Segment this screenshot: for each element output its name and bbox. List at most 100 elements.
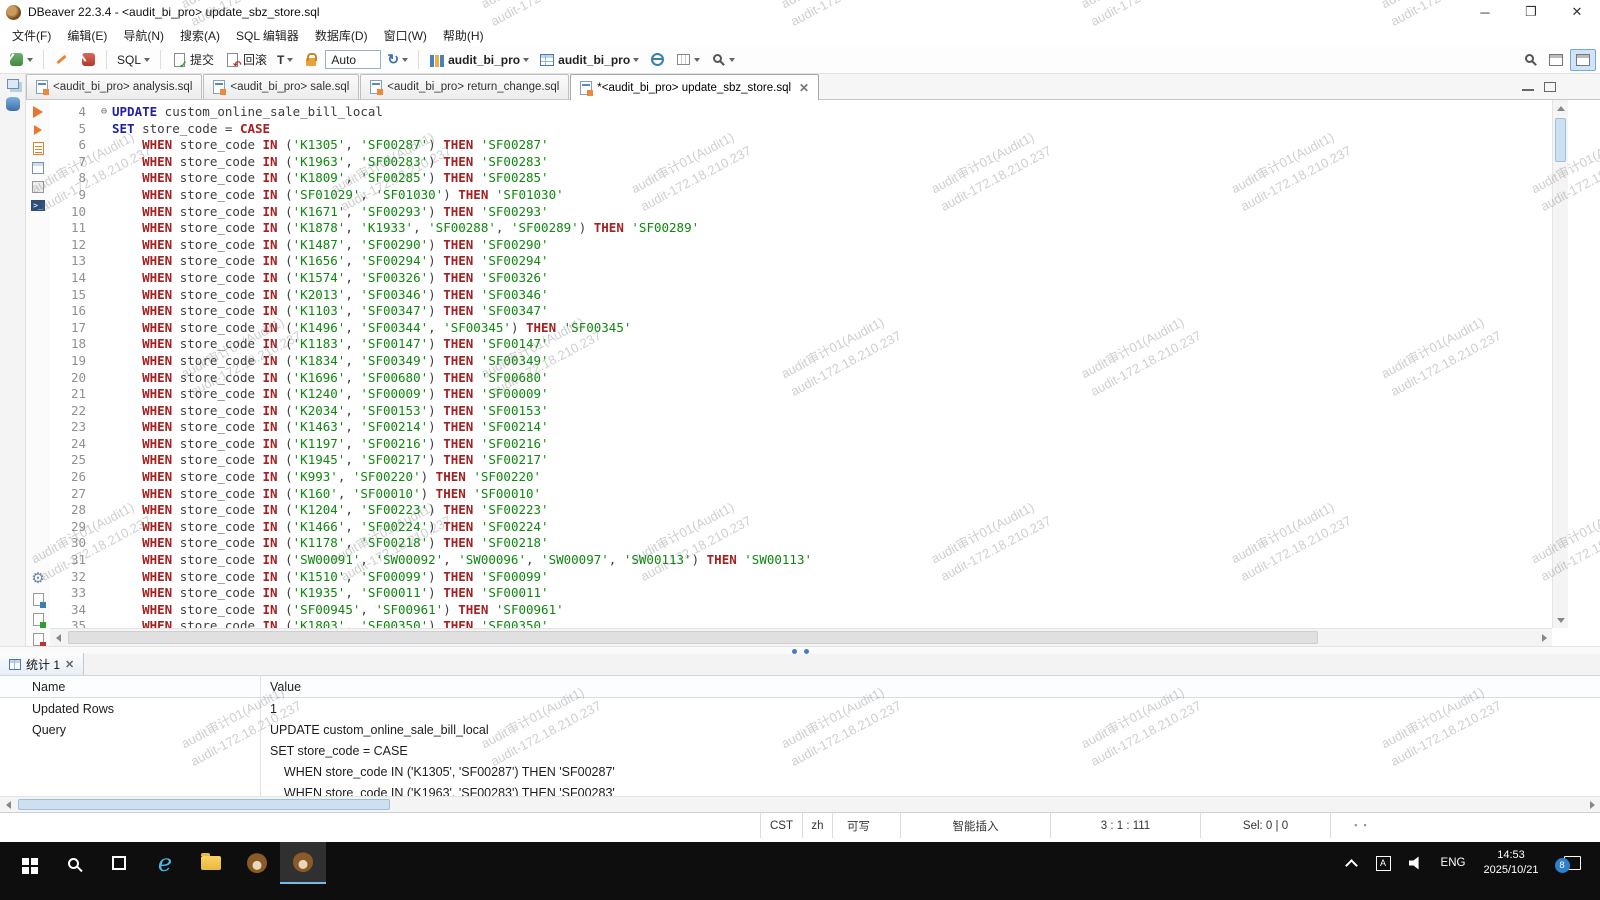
editor-tab[interactable]: *<audit_bi_pro> update_sbz_store.sql✕ bbox=[570, 74, 819, 100]
database-navigator-icon[interactable] bbox=[6, 97, 20, 111]
dbeaver-active-taskbar-button[interactable] bbox=[280, 842, 326, 884]
code-line: 19 WHEN store_code IN ('K1834', 'SF00349… bbox=[50, 353, 1552, 370]
rollback-button[interactable]: 回滚 bbox=[220, 49, 271, 70]
scroll-down-icon[interactable] bbox=[1553, 612, 1569, 628]
fold-gutter bbox=[96, 436, 112, 453]
sql-script-icon[interactable] bbox=[33, 142, 44, 155]
minimize-button[interactable]: ─ bbox=[1462, 0, 1508, 24]
sql-dialect-selector[interactable]: SQL bbox=[113, 51, 154, 69]
code-line: 9 WHEN store_code IN ('SF01029', 'SF0103… bbox=[50, 187, 1552, 204]
analyze-icon[interactable] bbox=[32, 181, 44, 193]
scroll-right-icon[interactable] bbox=[1536, 630, 1552, 646]
commit-button[interactable]: 提交 bbox=[167, 49, 218, 70]
start-button[interactable] bbox=[4, 842, 50, 884]
database-selector[interactable]: audit_bi_pro bbox=[535, 50, 643, 70]
status-icon[interactable]: ▪ bbox=[1354, 820, 1357, 830]
editor-tab[interactable]: <audit_bi_pro> analysis.sql bbox=[26, 74, 202, 99]
log-file-icon[interactable] bbox=[33, 633, 44, 646]
execute-script-icon[interactable] bbox=[34, 125, 42, 135]
dbeaver-perspective-button[interactable] bbox=[1570, 49, 1596, 71]
disconnect-button[interactable] bbox=[76, 50, 100, 70]
new-sql-editor-button[interactable] bbox=[50, 50, 74, 70]
close-tab-icon[interactable]: ✕ bbox=[65, 658, 74, 671]
perspective-button[interactable] bbox=[1544, 50, 1568, 70]
line-number: 15 bbox=[50, 287, 96, 304]
taskbar-search-button[interactable] bbox=[50, 842, 96, 884]
network-button[interactable] bbox=[645, 50, 669, 70]
menubar-item[interactable]: 帮助(H) bbox=[435, 25, 492, 46]
auto-commit-select[interactable]: Auto bbox=[325, 50, 381, 69]
minimize-view-icon[interactable] bbox=[1522, 83, 1534, 91]
code-text: WHEN store_code IN ('K1496', 'SF00344', … bbox=[112, 320, 631, 337]
result-row[interactable]: Updated Rows1 bbox=[0, 698, 1600, 719]
restore-panel-icon[interactable] bbox=[7, 79, 19, 89]
code-text: WHEN store_code IN ('K1463', 'SF00214') … bbox=[112, 419, 549, 436]
code-line: 10 WHEN store_code IN ('K1671', 'SF00293… bbox=[50, 204, 1552, 221]
horizontal-scrollbar-thumb[interactable] bbox=[68, 631, 1318, 644]
column-header-name[interactable]: Name bbox=[0, 680, 260, 694]
quick-access-search-button[interactable] bbox=[1518, 50, 1542, 70]
close-button[interactable]: ✕ bbox=[1554, 0, 1600, 24]
line-number: 34 bbox=[50, 602, 96, 619]
scroll-right-icon[interactable] bbox=[1584, 797, 1600, 813]
maximize-button[interactable]: ❐ bbox=[1508, 0, 1554, 24]
clock[interactable]: 14:53 2025/10/21 bbox=[1472, 842, 1550, 884]
transaction-lock-button[interactable] bbox=[299, 50, 323, 70]
settings-gear-icon[interactable]: ⚙ bbox=[31, 571, 44, 586]
menubar-item[interactable]: SQL 编辑器 bbox=[228, 25, 307, 46]
menubar-item[interactable]: 数据库(D) bbox=[307, 25, 376, 46]
chevron-down-icon bbox=[287, 58, 293, 62]
menubar-item[interactable]: 文件(F) bbox=[4, 25, 59, 46]
maximize-view-icon[interactable] bbox=[1544, 82, 1556, 92]
scroll-up-icon[interactable] bbox=[1553, 100, 1569, 116]
result-row[interactable]: SET store_code = CASE bbox=[0, 740, 1600, 761]
refresh-button[interactable]: ↻ bbox=[383, 49, 412, 70]
code-line: 5SET store_code = CASE bbox=[50, 121, 1552, 138]
search-button[interactable] bbox=[706, 50, 739, 70]
results-horizontal-scrollbar[interactable] bbox=[0, 796, 1600, 812]
code-area[interactable]: 4⊖UPDATE custom_online_sale_bill_local5S… bbox=[50, 104, 1552, 628]
menubar-item[interactable]: 窗口(W) bbox=[376, 25, 435, 46]
result-row[interactable]: QueryUPDATE custom_online_sale_bill_loca… bbox=[0, 719, 1600, 740]
execute-statement-icon[interactable] bbox=[33, 106, 43, 118]
connection-selector[interactable]: audit_bi_pro bbox=[425, 50, 533, 70]
show-hidden-icons-button[interactable] bbox=[1336, 842, 1366, 884]
vertical-scrollbar-thumb[interactable] bbox=[1555, 118, 1566, 162]
statistics-tab[interactable]: 统计 1 ✕ bbox=[0, 653, 84, 675]
results-scrollbar-thumb[interactable] bbox=[18, 799, 390, 810]
fold-collapse-icon[interactable]: ⊖ bbox=[96, 104, 112, 121]
menubar-item[interactable]: 搜索(A) bbox=[172, 25, 228, 46]
explain-plan-icon[interactable] bbox=[32, 162, 44, 174]
action-center-button[interactable]: 8 bbox=[1550, 842, 1594, 884]
scroll-left-icon[interactable] bbox=[0, 797, 16, 813]
scroll-left-icon[interactable] bbox=[50, 630, 66, 646]
vertical-scrollbar[interactable] bbox=[1552, 100, 1568, 628]
ime-indicator[interactable]: A bbox=[1366, 842, 1400, 884]
file-explorer-button[interactable] bbox=[188, 842, 234, 884]
volume-button[interactable] bbox=[1400, 842, 1434, 884]
sql-editor[interactable]: 4⊖UPDATE custom_online_sale_bill_local5S… bbox=[50, 100, 1568, 646]
editor-tab[interactable]: <audit_bi_pro> sale.sql bbox=[203, 74, 359, 99]
results-mode-button[interactable] bbox=[671, 50, 704, 70]
fold-gutter bbox=[96, 137, 112, 154]
status-icon[interactable]: ▪ bbox=[1364, 820, 1367, 830]
menubar-item[interactable]: 编辑(E) bbox=[59, 25, 115, 46]
output-console-icon[interactable]: >_ bbox=[31, 200, 45, 211]
column-header-value[interactable]: Value bbox=[260, 680, 301, 694]
internet-explorer-button[interactable]: e bbox=[142, 842, 188, 884]
save-script-icon[interactable] bbox=[33, 613, 44, 626]
code-text: WHEN store_code IN ('K1197', 'SF00216') … bbox=[112, 436, 549, 453]
dbeaver-taskbar-button[interactable] bbox=[234, 842, 280, 884]
transaction-mode-button[interactable]: T bbox=[273, 51, 297, 69]
language-indicator[interactable]: ENG bbox=[1434, 842, 1472, 884]
close-tab-icon[interactable]: ✕ bbox=[799, 81, 809, 95]
result-row[interactable]: WHEN store_code IN ('K1305', 'SF00287') … bbox=[0, 761, 1600, 782]
export-result-icon[interactable] bbox=[33, 593, 44, 606]
task-view-button[interactable] bbox=[96, 842, 142, 884]
horizontal-scrollbar[interactable] bbox=[50, 628, 1552, 646]
fold-gutter bbox=[96, 602, 112, 619]
editor-tab[interactable]: <audit_bi_pro> return_change.sql bbox=[360, 74, 569, 99]
panel-splitter[interactable] bbox=[0, 646, 1600, 654]
open-connection-button[interactable] bbox=[4, 50, 37, 70]
menubar-item[interactable]: 导航(N) bbox=[115, 25, 172, 46]
